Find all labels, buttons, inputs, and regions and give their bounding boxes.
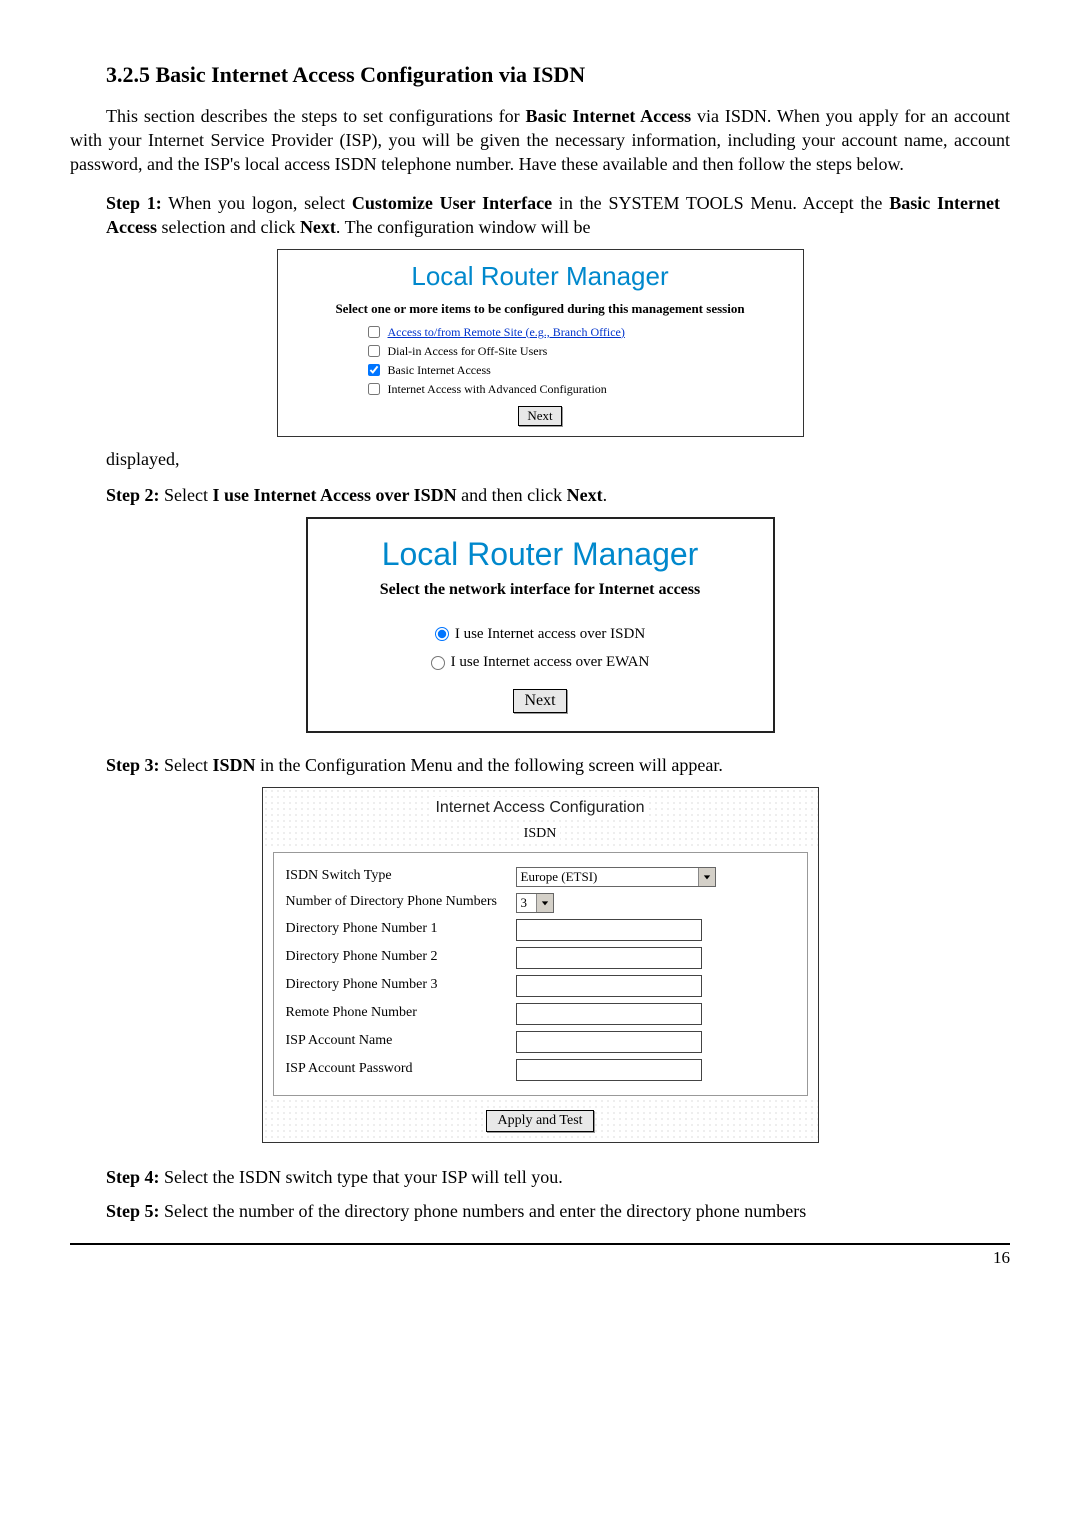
radio-label: I use Internet access over ISDN [455,624,645,644]
dir-phone-1-input[interactable] [516,919,702,941]
switch-type-select[interactable]: Europe (ETSI) [516,867,716,887]
next-button[interactable]: Next [513,689,566,713]
checkbox[interactable] [368,345,380,357]
section-heading: Basic Internet Access Configuration via … [156,62,586,87]
step5-text: Select the number of the directory phone… [160,1201,807,1221]
switch-type-value: Europe (ETSI) [517,868,698,886]
section-number: 3.2.5 [106,62,150,87]
step3-label: Step 3: [106,755,160,775]
remote-phone-input[interactable] [516,1003,702,1025]
panel1-item: Access to/from Remote Site (e.g., Branch… [368,324,803,340]
step4-label: Step 4: [106,1167,160,1187]
panel1-item: Dial-in Access for Off-Site Users [368,343,803,359]
step5-paragraph: Step 5: Select the number of the directo… [106,1199,1000,1223]
dir-phone-1-label: Directory Phone Number 1 [286,920,516,939]
intro-pre1: This section describes the steps to set … [106,106,526,126]
radio[interactable] [435,627,449,641]
panel1-item: Internet Access with Advanced Configurat… [368,381,803,397]
checkbox[interactable] [368,326,380,338]
step3-paragraph: Step 3: Select ISDN in the Configuration… [106,753,1000,777]
step3-t2: in the Configuration Menu and the follow… [256,755,723,775]
panel1-item-label: Internet Access with Advanced Configurat… [388,381,607,397]
panel1-title: Local Router Manager [278,259,803,294]
step2-t2: and then click [457,485,567,505]
apply-and-test-button[interactable]: Apply and Test [486,1110,593,1132]
panel2-title: Local Router Manager [308,533,773,576]
step1-t1: When you logon, select [162,193,352,213]
dropdown-arrow-icon [536,894,553,912]
step1-t2: in the SYSTEM TOOLS Menu. Accept the [552,193,889,213]
panel1-item: Basic Internet Access [368,362,803,378]
step4-text: Select the ISDN switch type that your IS… [160,1167,563,1187]
isp-account-name-input[interactable] [516,1031,702,1053]
panel-local-router-manager-2: Local Router Manager Select the network … [306,517,775,732]
step2-b1: I use Internet Access over ISDN [212,485,456,505]
step2-t3: . [603,485,608,505]
step4-paragraph: Step 4: Select the ISDN switch type that… [106,1165,1000,1189]
panel1-heading: Select one or more items to be configure… [278,300,803,318]
radio-label: I use Internet access over EWAN [451,652,650,672]
dir-phone-3-input[interactable] [516,975,702,997]
checkbox[interactable] [368,383,380,395]
num-dir-label: Number of Directory Phone Numbers [286,893,516,912]
page-footer: 16 [70,1243,1010,1270]
step1-t4: . The configuration window will be [336,217,591,237]
switch-type-label: ISDN Switch Type [286,867,516,886]
step2-t1: Select [160,485,213,505]
dir-phone-3-label: Directory Phone Number 3 [286,976,516,995]
step1-b3: Next [300,217,336,237]
section-title: 3.2.5 Basic Internet Access Configuratio… [106,60,1010,90]
panel2-sub: Select the network interface for Interne… [308,579,773,601]
panel3-sub: ISDN [520,825,561,844]
step1-t3: selection and click [157,217,300,237]
displayed-word: displayed, [106,447,1010,471]
num-dir-select[interactable]: 3 [516,893,554,913]
step2-b2: Next [567,485,603,505]
step3-t1: Select [160,755,213,775]
intro-bold1: Basic Internet Access [526,106,692,126]
panel1-item-label: Basic Internet Access [388,362,491,378]
remote-phone-label: Remote Phone Number [286,1004,516,1023]
panel-local-router-manager-1: Local Router Manager Select one or more … [277,249,804,437]
panel1-item-label: Dial-in Access for Off-Site Users [388,343,548,359]
dropdown-arrow-icon [698,868,715,886]
panel1-list: Access to/from Remote Site (e.g., Branch… [278,324,803,398]
step5-label: Step 5: [106,1201,160,1221]
panel-internet-access-config: Internet Access Configuration ISDN ISDN … [262,787,819,1142]
form-box: ISDN Switch Type Europe (ETSI) Number of… [273,852,808,1096]
page-number: 16 [993,1248,1010,1267]
panel1-item-label[interactable]: Access to/from Remote Site (e.g., Branch… [388,324,625,340]
step2-label: Step 2: [106,485,160,505]
step1-label: Step 1: [106,193,162,213]
step1-paragraph: Step 1: When you logon, select Customize… [106,191,1000,240]
intro-paragraph: This section describes the steps to set … [70,104,1010,177]
panel3-title: Internet Access Configuration [431,797,648,819]
next-button[interactable]: Next [518,406,561,426]
isp-account-password-label: ISP Account Password [286,1060,516,1079]
radio-row: I use Internet access over EWAN [308,652,773,672]
radio[interactable] [431,656,445,670]
isp-account-name-label: ISP Account Name [286,1032,516,1051]
radio-row: I use Internet access over ISDN [308,624,773,644]
dir-phone-2-label: Directory Phone Number 2 [286,948,516,967]
isp-account-password-input[interactable] [516,1059,702,1081]
step3-b1: ISDN [212,755,255,775]
step2-paragraph: Step 2: Select I use Internet Access ove… [106,483,1000,507]
step1-b1: Customize User Interface [352,193,552,213]
checkbox[interactable] [368,364,380,376]
num-dir-value: 3 [517,894,536,912]
dir-phone-2-input[interactable] [516,947,702,969]
